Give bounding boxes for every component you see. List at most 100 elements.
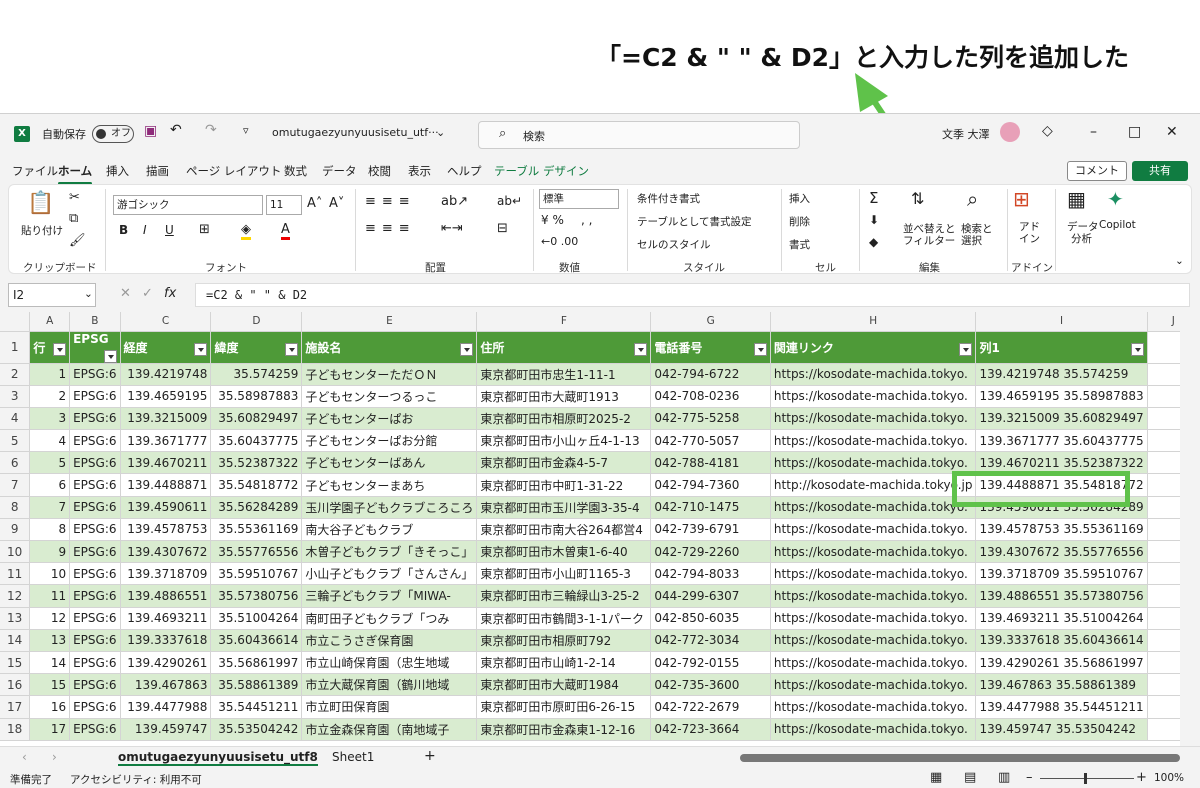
row-number[interactable]: 12: [0, 584, 31, 608]
delete-cells-button[interactable]: 削除: [789, 214, 810, 229]
table-cell[interactable]: 東京都町田市金森東1-12-16: [476, 718, 652, 741]
table-cell[interactable]: 139.3215009 35.60829497: [975, 407, 1148, 431]
row-number[interactable]: 15: [0, 651, 31, 675]
table-cell[interactable]: https://kosodate-machida.tokyo.: [770, 673, 977, 697]
filter-dropdown-icon[interactable]: [753, 342, 767, 356]
share-button[interactable]: 共有: [1132, 161, 1188, 181]
redo-icon[interactable]: ↷: [205, 122, 217, 138]
zoom-slider-thumb[interactable]: [1084, 773, 1087, 784]
row-number[interactable]: 7: [0, 473, 31, 497]
column-header[interactable]: B: [69, 312, 121, 332]
table-cell[interactable]: 東京都町田市大蔵町1913: [476, 385, 652, 408]
fx-icon[interactable]: fx: [164, 286, 176, 301]
table-cell[interactable]: 東京都町田市相原町792: [476, 629, 652, 652]
zoom-in-icon[interactable]: +: [1136, 770, 1147, 785]
next-sheet-icon[interactable]: ›: [52, 750, 57, 764]
tab-formulas[interactable]: 数式: [284, 163, 307, 179]
table-cell[interactable]: 子どもセンターまあち: [301, 473, 478, 497]
table-header-cell[interactable]: 住所: [476, 331, 652, 364]
name-box[interactable]: I2: [8, 283, 96, 307]
namebox-chevron-icon[interactable]: ⌄: [84, 288, 93, 300]
row-number[interactable]: 3: [0, 385, 31, 408]
format-cells-button[interactable]: 書式: [789, 237, 810, 252]
table-cell[interactable]: 11: [29, 584, 71, 608]
column-header[interactable]: E: [301, 312, 478, 332]
table-cell[interactable]: 東京都町田市忠生1-11-1: [476, 363, 652, 386]
filter-dropdown-icon[interactable]: [103, 349, 117, 362]
table-cell[interactable]: https://kosodate-machida.tokyo.: [770, 718, 977, 741]
page-layout-view-icon[interactable]: ▤: [964, 770, 976, 785]
indent-icons[interactable]: ⇤⇥: [441, 221, 463, 236]
addin-label-2[interactable]: イン: [1019, 231, 1040, 246]
table-cell[interactable]: 139.3337618 35.60436614: [975, 629, 1148, 652]
format-painter-icon[interactable]: 🖌: [69, 233, 86, 248]
table-cell[interactable]: EPSG:6: [69, 673, 121, 697]
tab-page-layout[interactable]: ページ レイアウト: [186, 163, 281, 179]
column-header[interactable]: C: [120, 312, 212, 332]
table-cell[interactable]: EPSG:6: [69, 496, 121, 519]
table-cell[interactable]: https://kosodate-machida.tokyo.: [770, 651, 977, 675]
table-cell[interactable]: https://kosodate-machida.tokyo.: [770, 584, 977, 608]
table-header-cell[interactable]: 電話番号: [650, 331, 771, 364]
table-cell[interactable]: 市立金森保育園（南地域子: [301, 718, 478, 741]
table-cell[interactable]: 5: [29, 451, 71, 475]
table-cell[interactable]: 042-775-5258: [650, 407, 771, 431]
table-cell[interactable]: EPSG:6: [69, 473, 121, 497]
table-cell[interactable]: https://kosodate-machida.tokyo.: [770, 607, 977, 630]
table-cell[interactable]: 042-850-6035: [650, 607, 771, 630]
column-header[interactable]: I: [975, 312, 1148, 332]
tab-insert[interactable]: 挿入: [106, 163, 129, 179]
cell-style-button[interactable]: セルのスタイル: [637, 237, 711, 252]
column-header[interactable]: A: [29, 312, 71, 332]
table-cell[interactable]: 東京都町田市中町1-31-22: [476, 473, 652, 497]
table-cell[interactable]: 15: [29, 673, 71, 697]
tab-review[interactable]: 校閲: [368, 163, 391, 179]
table-cell[interactable]: 35.59510767: [210, 562, 303, 586]
row-number[interactable]: 11: [0, 562, 31, 586]
zoom-slider[interactable]: [1040, 778, 1134, 779]
table-cell[interactable]: 042-723-3664: [650, 718, 771, 741]
table-cell[interactable]: https://kosodate-machida.tokyo.: [770, 385, 977, 408]
table-cell[interactable]: 子どもセンターただＯＮ: [301, 363, 478, 386]
table-cell[interactable]: EPSG:6: [69, 718, 121, 741]
prev-sheet-icon[interactable]: ‹: [22, 750, 27, 764]
row-number[interactable]: 14: [0, 629, 31, 652]
table-cell[interactable]: 042-710-1475: [650, 496, 771, 519]
filter-dropdown-icon[interactable]: [53, 342, 67, 356]
row-number[interactable]: 18: [0, 718, 31, 741]
table-cell[interactable]: 139.4219748: [120, 363, 212, 386]
table-cell[interactable]: 139.4590611: [120, 496, 212, 519]
table-cell[interactable]: 7: [29, 496, 71, 519]
comma-icon[interactable]: , ,: [581, 213, 592, 227]
sort-filter-icon[interactable]: ⇅: [911, 189, 924, 208]
table-cell[interactable]: 市立山崎保育園（忠生地域: [301, 651, 478, 675]
table-cell[interactable]: 35.51004264: [210, 607, 303, 630]
table-cell[interactable]: 南町田子どもクラブ「つみ: [301, 607, 478, 630]
table-cell[interactable]: 35.56284289: [210, 496, 303, 519]
autosave-toggle[interactable]: オフ: [92, 125, 134, 143]
table-cell[interactable]: EPSG:6: [69, 629, 121, 652]
table-cell[interactable]: 139.3671777 35.60437775: [975, 429, 1148, 453]
zoom-level[interactable]: 100%: [1154, 772, 1184, 784]
tab-help[interactable]: ヘルプ: [447, 163, 482, 179]
number-format-select[interactable]: 標準: [539, 189, 619, 209]
table-cell[interactable]: https://kosodate-machida.tokyo.: [770, 451, 977, 475]
table-cell[interactable]: https://kosodate-machida.tokyo.: [770, 496, 977, 519]
column-header[interactable]: F: [476, 312, 652, 332]
table-header-cell[interactable]: 列1: [975, 331, 1148, 364]
column-header[interactable]: H: [770, 312, 977, 332]
table-cell[interactable]: EPSG:6: [69, 385, 121, 408]
table-cell[interactable]: 139.3215009: [120, 407, 212, 431]
table-cell[interactable]: 35.52387322: [210, 451, 303, 475]
copilot-label[interactable]: Copilot: [1099, 219, 1136, 231]
table-cell[interactable]: EPSG:6: [69, 363, 121, 386]
merge-icon[interactable]: ⊟: [497, 221, 508, 236]
filter-dropdown-icon[interactable]: [1130, 342, 1144, 356]
table-cell[interactable]: https://kosodate-machida.tokyo.: [770, 695, 977, 719]
table-cell[interactable]: https://kosodate-machida.tokyo.: [770, 429, 977, 453]
table-cell[interactable]: 2: [29, 385, 71, 408]
conditional-format-button[interactable]: 条件付き書式: [637, 191, 700, 206]
table-cell[interactable]: EPSG:6: [69, 562, 121, 586]
diamond-icon[interactable]: ◇: [1042, 123, 1053, 139]
table-cell[interactable]: 35.53504242: [210, 718, 303, 741]
